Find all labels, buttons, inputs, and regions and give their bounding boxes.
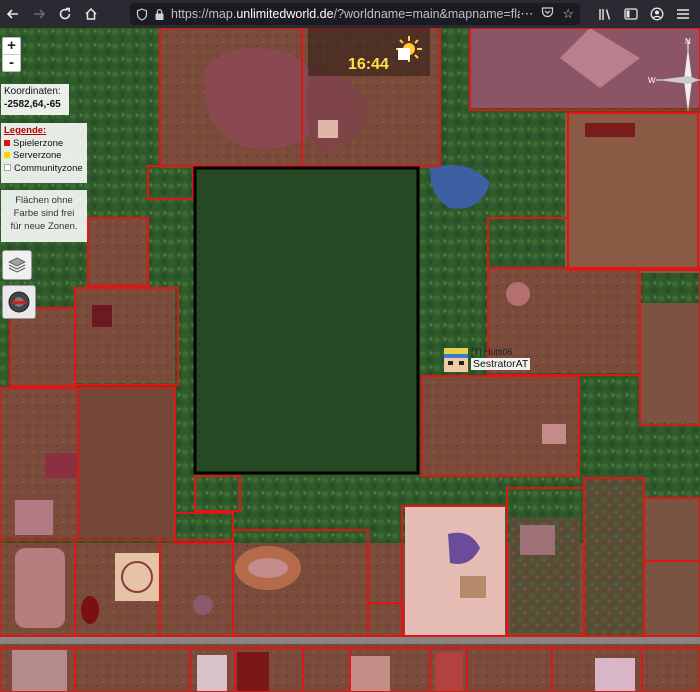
time-display: 16:44	[308, 28, 430, 76]
browser-toolbar: https://map.unlimitedworld.de/?worldname…	[0, 0, 700, 28]
compass: N W	[644, 34, 700, 114]
player-name: SestratorAT	[471, 358, 531, 370]
legend-swatch	[4, 163, 11, 171]
zoom-out-button[interactable]: -	[3, 54, 20, 71]
legend-title: Legende:	[4, 125, 47, 136]
coordinates-box: Koordinaten: -2582,64,-65	[1, 84, 69, 115]
legend-box: Legende: Spielerzone Serverzone Communit…	[1, 123, 87, 183]
reload-icon	[59, 7, 71, 20]
coordinates-value: -2582,64,-65	[4, 99, 61, 110]
compass-w: W	[648, 76, 656, 85]
coordinates-label: Koordinaten:	[4, 86, 61, 97]
home-icon	[85, 7, 97, 20]
url-rest: /?worldname=main&mapname=flat&z...	[333, 7, 521, 21]
free-zone-info: Flächen ohne Farbe sind frei für neue Zo…	[1, 190, 87, 242]
more-dots-icon[interactable]: ⋯	[520, 6, 533, 22]
shield-icon	[136, 7, 148, 21]
compass-n: N	[685, 37, 691, 46]
player-head-icon	[444, 348, 468, 372]
layers-button[interactable]	[2, 250, 32, 280]
url-prefix: https://map.	[171, 7, 237, 21]
sidebar-button[interactable]	[618, 1, 644, 27]
url-host: unlimitedworld.de	[236, 7, 334, 21]
free-info-line2: Farbe sind frei	[13, 208, 75, 219]
map-tiles[interactable]	[0, 28, 700, 692]
hamburger-menu-icon	[677, 9, 689, 19]
free-info-line1: Flächen ohne	[15, 195, 73, 206]
legend-item-spielerzone: Spielerzone	[4, 138, 84, 151]
camera-button[interactable]	[2, 285, 36, 319]
zoom-in-button[interactable]: +	[3, 38, 20, 54]
legend-swatch	[4, 139, 10, 146]
account-button[interactable]	[644, 1, 670, 27]
arrow-left-icon	[6, 9, 18, 19]
url-text: https://map.unlimitedworld.de/?worldname…	[171, 7, 520, 21]
menu-button[interactable]	[670, 1, 696, 27]
url-bar[interactable]: https://map.unlimitedworld.de/?worldname…	[130, 3, 580, 25]
arrow-right-icon	[34, 9, 46, 19]
home-button[interactable]	[78, 1, 104, 27]
sidebar-icon	[624, 8, 638, 20]
compass-rose-icon	[656, 40, 700, 112]
map-viewport[interactable]: + - Koordinaten: -2582,64,-65 Legende: S…	[0, 28, 700, 692]
moon-square	[398, 48, 410, 60]
clock-time: 16:44	[348, 56, 389, 73]
player-nick: [T] Hutti06	[471, 347, 513, 357]
lock-icon	[155, 8, 164, 20]
free-info-line3: für neue Zonen.	[10, 221, 78, 232]
camera-icon	[8, 291, 30, 313]
bookmark-star-icon[interactable]: ☆	[562, 6, 574, 22]
zoom-control: + -	[2, 37, 21, 72]
legend-item-communityzone: Communityzone	[4, 163, 84, 176]
player-marker[interactable]: [T] Hutti06 SestratorAT	[441, 346, 531, 374]
reload-button[interactable]	[52, 1, 78, 27]
forward-button[interactable]	[26, 1, 52, 27]
library-button[interactable]	[592, 1, 618, 27]
legend-swatch	[4, 152, 10, 158]
library-icon	[599, 8, 611, 20]
account-icon	[650, 7, 664, 21]
back-button[interactable]	[0, 1, 26, 27]
pocket-icon[interactable]	[541, 6, 554, 22]
layers-icon	[8, 257, 26, 273]
legend-item-serverzone: Serverzone	[4, 150, 84, 163]
